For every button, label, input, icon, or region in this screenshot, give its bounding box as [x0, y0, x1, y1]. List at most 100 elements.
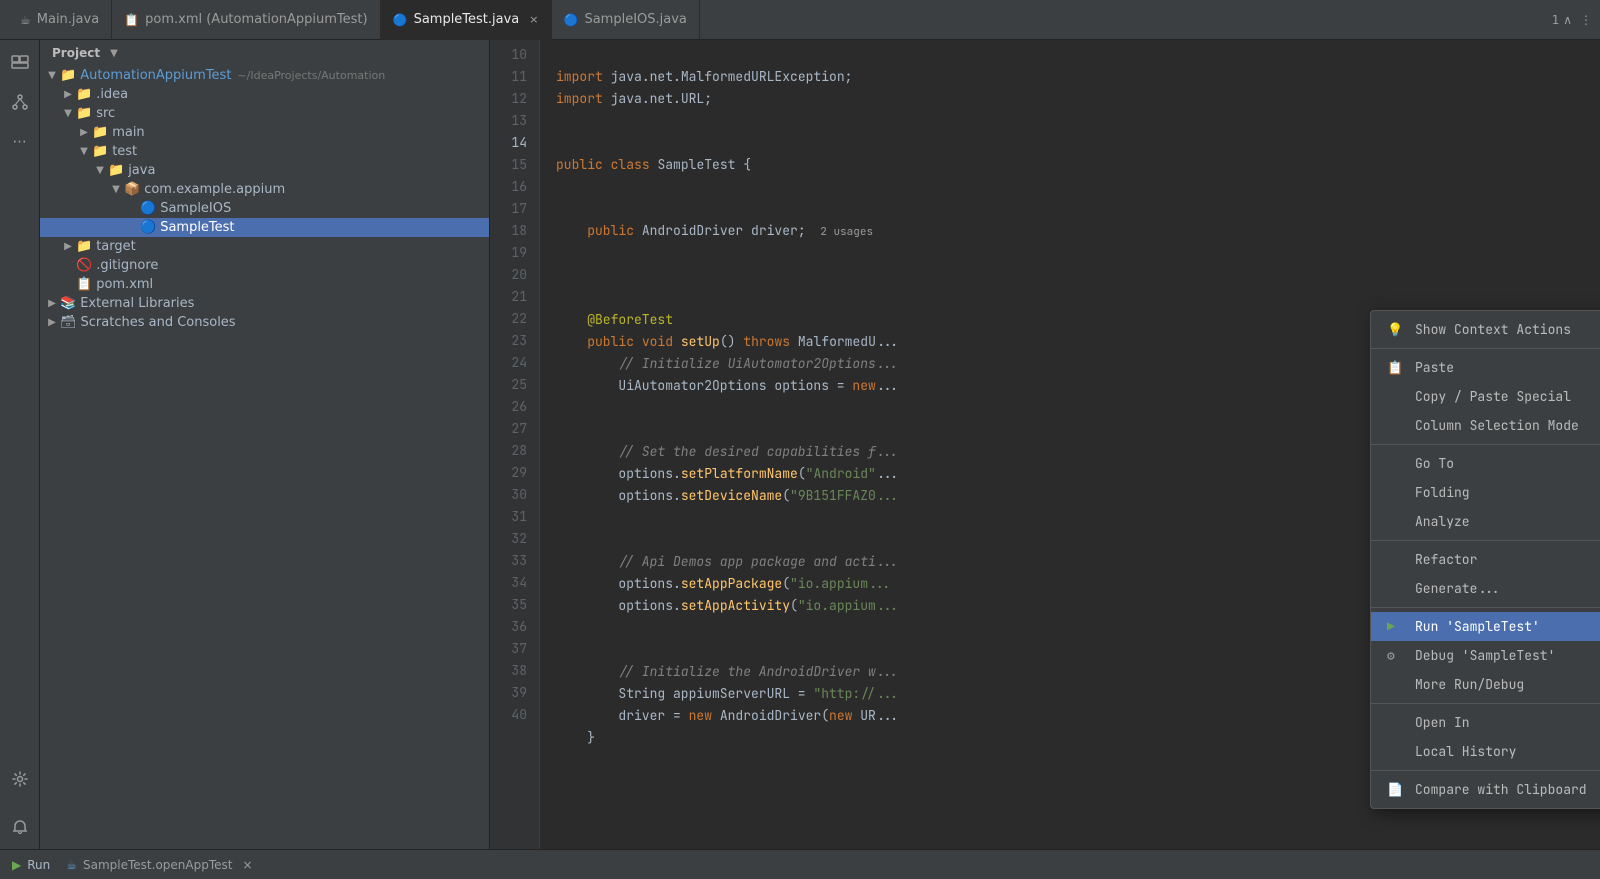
- line-numbers: 10 11 12 13 14 15 16 17 18 19 20 21 22 2…: [490, 40, 540, 849]
- tab-main-java[interactable]: ☕ Main.java: [8, 0, 112, 40]
- menu-label: Column Selection Mode: [1415, 417, 1600, 434]
- tab-pom-xml[interactable]: 📋 pom.xml (AutomationAppiumTest): [112, 0, 380, 40]
- menu-item-show-context[interactable]: 💡 Show Context Actions ⌥⏎: [1371, 315, 1600, 344]
- java-class-icon: 🔵: [140, 220, 156, 235]
- debug-icon: ⚙: [1387, 647, 1407, 664]
- menu-item-analyze[interactable]: Analyze ▶: [1371, 507, 1600, 536]
- menu-separator: [1371, 348, 1600, 349]
- tree-item-main[interactable]: ▶ 📁 main: [40, 123, 489, 142]
- folder-icon: 📁: [76, 106, 92, 121]
- gitignore-icon: 🚫: [76, 258, 92, 273]
- tab-overflow-icon[interactable]: ⋮: [1580, 13, 1592, 27]
- menu-item-generate[interactable]: Generate... ⌘N: [1371, 574, 1600, 603]
- tree-item-java[interactable]: ▼ 📁 java: [40, 161, 489, 180]
- test-close-icon[interactable]: ×: [242, 858, 252, 872]
- lightbulb-icon: 💡: [1387, 321, 1407, 338]
- menu-separator: [1371, 540, 1600, 541]
- tab-sample-ios[interactable]: 🔵 SampleIOS.java: [552, 0, 700, 40]
- tree-item-pom[interactable]: 📋 pom.xml: [40, 275, 489, 294]
- run-icon: ▶: [1387, 618, 1407, 635]
- tree-label: External Libraries: [80, 296, 194, 311]
- tree-label: test: [112, 144, 137, 159]
- tree-item-sample-ios[interactable]: 🔵 SampleIOS: [40, 199, 489, 218]
- tab-sample-test[interactable]: 🔵 SampleTest.java ×: [381, 0, 552, 40]
- run-tab[interactable]: ▶ Run: [12, 858, 50, 872]
- folder-icon: 📁: [108, 163, 124, 178]
- tab-label: SampleIOS.java: [584, 12, 686, 27]
- project-icon[interactable]: [6, 48, 34, 76]
- tree-item-package[interactable]: ▼ 📦 com.example.appium: [40, 180, 489, 199]
- tab-close-button[interactable]: ×: [529, 13, 538, 26]
- menu-item-local-history[interactable]: Local History ▶: [1371, 737, 1600, 766]
- tab-bar-end: 1 ∧ ⋮: [1552, 13, 1592, 27]
- editor-area[interactable]: 10 11 12 13 14 15 16 17 18 19 20 21 22 2…: [490, 40, 1600, 849]
- menu-item-column-selection[interactable]: Column Selection Mode ⇧⌘8: [1371, 411, 1600, 440]
- tree-item-test[interactable]: ▼ 📁 test: [40, 142, 489, 161]
- menu-separator: [1371, 444, 1600, 445]
- menu-item-refactor[interactable]: Refactor ▶: [1371, 545, 1600, 574]
- tree-item-scratches[interactable]: ▶ 🗃 Scratches and Consoles: [40, 313, 489, 332]
- tab-bar: ☕ Main.java 📋 pom.xml (AutomationAppiumT…: [0, 0, 1600, 40]
- settings-icon[interactable]: [6, 765, 34, 793]
- folder-icon: 📁: [92, 125, 108, 140]
- notifications-icon[interactable]: [6, 813, 34, 841]
- more-icon[interactable]: ···: [6, 128, 34, 156]
- menu-item-debug[interactable]: ⚙ Debug 'SampleTest' ^⇧D: [1371, 641, 1600, 670]
- menu-item-folding[interactable]: Folding ▶: [1371, 478, 1600, 507]
- tree-item-target[interactable]: ▶ 📁 target: [40, 237, 489, 256]
- run-tab-icon: ▶: [12, 858, 21, 872]
- structure-icon[interactable]: [6, 88, 34, 116]
- sample-test-icon: 🔵: [393, 13, 408, 27]
- menu-item-run[interactable]: ▶ Run 'SampleTest' ^⇧R: [1371, 612, 1600, 641]
- tree-item-sample-test[interactable]: 🔵 SampleTest: [40, 218, 489, 237]
- menu-item-copy-paste-special[interactable]: Copy / Paste Special ▶: [1371, 382, 1600, 411]
- menu-label: Show Context Actions: [1415, 321, 1600, 338]
- pom-file-icon: 📋: [124, 13, 139, 27]
- menu-label: Open In: [1415, 714, 1600, 731]
- pom-icon: 📋: [76, 277, 92, 292]
- menu-item-more-run[interactable]: More Run/Debug ▶: [1371, 670, 1600, 699]
- tree-item-ext-libs[interactable]: ▶ 📚 External Libraries: [40, 294, 489, 313]
- tree-label: .gitignore: [96, 258, 158, 273]
- sample-ios-icon: 🔵: [564, 13, 579, 27]
- tree-arrow: ▶: [44, 298, 60, 309]
- tree-arrow: ▼: [44, 70, 60, 81]
- menu-label: Folding: [1415, 484, 1600, 501]
- project-dropdown-icon[interactable]: ▼: [110, 48, 118, 59]
- menu-label: Generate...: [1415, 580, 1600, 597]
- tree-item-src[interactable]: ▼ 📁 src: [40, 104, 489, 123]
- tree-arrow: ▼: [60, 108, 76, 119]
- package-icon: 📦: [124, 182, 140, 197]
- menu-label: Copy / Paste Special: [1415, 388, 1600, 405]
- tab-label: pom.xml (AutomationAppiumTest): [145, 12, 367, 27]
- project-sidebar: Project ▼ ▼ 📁 AutomationAppiumTest ~/Ide…: [40, 40, 490, 849]
- menu-item-compare-clipboard[interactable]: 📄 Compare with Clipboard: [1371, 775, 1600, 804]
- java-file-icon: ☕: [20, 13, 31, 27]
- tree-item-root[interactable]: ▼ 📁 AutomationAppiumTest ~/IdeaProjects/…: [40, 66, 489, 85]
- tab-label: Main.java: [37, 12, 99, 27]
- menu-label: Compare with Clipboard: [1415, 781, 1600, 798]
- tree-label: .idea: [96, 87, 128, 102]
- tree-arrow: ▼: [108, 184, 124, 195]
- tree-label: target: [96, 239, 136, 254]
- tree-arrow: ▶: [60, 241, 76, 252]
- menu-separator: [1371, 607, 1600, 608]
- compare-icon: 📄: [1387, 781, 1407, 798]
- tree-item-gitignore[interactable]: 🚫 .gitignore: [40, 256, 489, 275]
- tree-arrow: ▶: [60, 89, 76, 100]
- folder-icon: 📁: [76, 87, 92, 102]
- tree-label: src: [96, 106, 115, 121]
- sidebar-header: Project ▼: [40, 40, 489, 66]
- menu-item-open-in[interactable]: Open In ▶: [1371, 708, 1600, 737]
- tree-label: com.example.appium: [144, 182, 285, 197]
- menu-item-goto[interactable]: Go To ▶: [1371, 449, 1600, 478]
- menu-label: Paste: [1415, 359, 1600, 376]
- menu-label: More Run/Debug: [1415, 676, 1600, 693]
- tree-item-idea[interactable]: ▶ 📁 .idea: [40, 85, 489, 104]
- menu-separator: [1371, 770, 1600, 771]
- tree-label: java: [128, 163, 155, 178]
- run-tab-test: ☕ SampleTest.openAppTest ×: [66, 858, 252, 872]
- menu-item-paste[interactable]: 📋 Paste ⌘V: [1371, 353, 1600, 382]
- main-layout: ··· Project ▼ ▼ 📁 AutomationAppiumTest ~…: [0, 40, 1600, 849]
- tree-label: SampleIOS: [160, 201, 231, 216]
